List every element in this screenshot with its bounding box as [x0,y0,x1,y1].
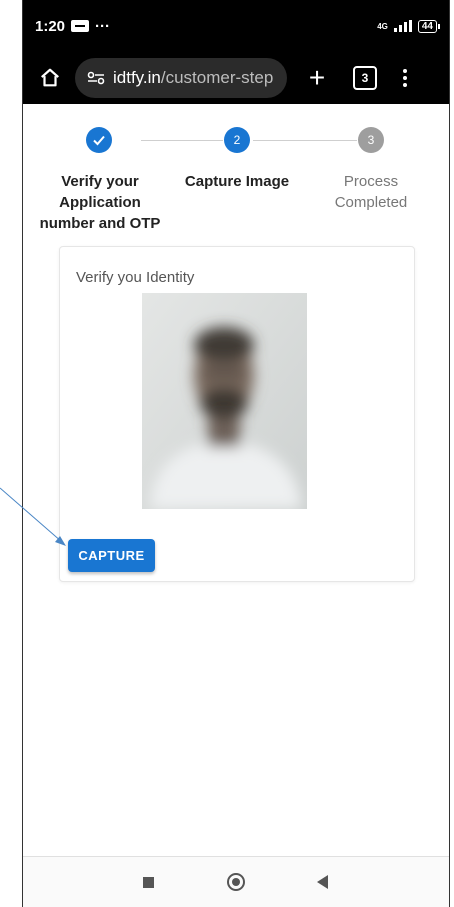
tune-icon[interactable] [87,71,105,85]
url-bar[interactable]: idtfy.in/customer-step [75,58,287,98]
step-3-label-line-1: Process [343,173,399,190]
capture-button[interactable]: CAPTURE [68,539,155,572]
system-nav-bar [23,856,449,907]
battery-icon: 44 [417,19,441,33]
network-label: 4G [377,21,388,31]
url-host: idtfy.in [113,68,161,87]
url-path: /customer-step [160,68,274,87]
status-more-dots: ··· [95,17,111,35]
step-1-label-line-2: Application [59,194,141,211]
battery-level: 44 [421,20,433,32]
home-circle-icon[interactable] [227,873,245,891]
back-icon[interactable] [317,875,328,889]
new-tab-button[interactable]: + [303,61,331,95]
home-icon[interactable] [33,61,67,95]
phone-screen: 1:20 ··· 4G 44 idtfy.in /customer-step +… [22,0,450,907]
step-3-label-line-2: Completed [334,194,408,211]
step-1-label: Verify your Application number and OTP [23,171,177,234]
step-connector-1 [141,140,223,141]
card-title: Verify you Identity [76,269,195,286]
message-icon [71,20,90,32]
step-1-label-line-1: Verify your [61,173,139,190]
tab-switcher-button[interactable]: 3 [353,66,377,90]
verify-identity-card: Verify you Identity CAPTURE [59,246,415,582]
step-2-indicator: 2 [224,127,250,153]
tab-count: 3 [361,71,369,85]
step-3-indicator: 3 [358,127,384,153]
recents-icon[interactable] [143,877,154,888]
step-1-check-icon [86,127,112,153]
status-right: 4G 44 [377,19,441,33]
status-time: 1:20 [35,17,66,35]
status-bar: 1:20 ··· 4G 44 [23,0,449,52]
step-3-label: Process Completed [313,171,429,213]
captured-photo [142,293,307,509]
step-3-number: 3 [367,133,375,147]
signal-icon [393,20,412,32]
step-connector-2 [253,140,357,141]
step-2-label-line-1: Capture Image [184,173,290,190]
more-vert-icon[interactable] [403,69,407,87]
browser-toolbar: idtfy.in/customer-step + 3 [23,52,449,104]
step-1-label-line-3: number and OTP [39,215,161,232]
step-2-number: 2 [233,133,241,147]
status-left: 1:20 ··· [35,18,110,35]
step-2-label: Capture Image [173,171,301,192]
